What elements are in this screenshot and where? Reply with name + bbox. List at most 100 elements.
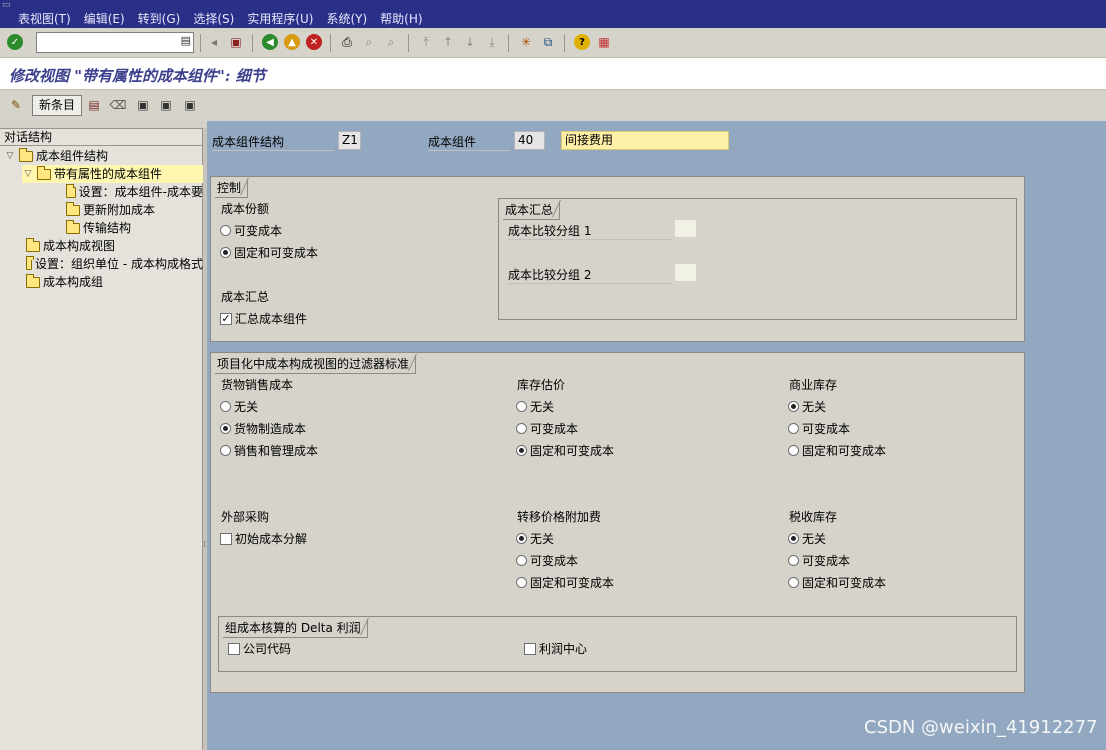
find-icon[interactable]: ⌕ [359, 32, 379, 52]
component-label: 成本组件 [428, 133, 510, 151]
menu-system[interactable]: 系统(Y) [326, 10, 367, 27]
radio-circle[interactable] [516, 533, 527, 544]
radio-circle[interactable] [516, 577, 527, 588]
menu-goto[interactable]: 转到(G) [138, 10, 181, 27]
checkbox-box[interactable] [228, 642, 240, 655]
tree-node-assignment[interactable]: 设置：成本组件-成本要 [66, 183, 203, 201]
previous-page-icon[interactable]: ↑ [438, 32, 458, 52]
checkbox-summarize-components[interactable]: ✓ 汇总成本组件 [220, 310, 307, 327]
radio-circle[interactable] [788, 423, 799, 434]
expanded-triangle-icon[interactable]: ▽ [22, 165, 34, 183]
tree-node-cost-component-structure[interactable]: ▽ 成本组件结构 [4, 147, 108, 165]
menu-select[interactable]: 选择(S) [193, 10, 234, 27]
radio-inventory-fixed-variable[interactable]: 固定和可变成本 [516, 442, 614, 459]
enter-icon[interactable]: ✓ [5, 32, 25, 52]
tree-node-components-with-attributes[interactable]: ▽ 带有属性的成本组件 [22, 165, 203, 183]
display-change-icon[interactable]: ✎ [6, 95, 26, 115]
print-icon[interactable]: ⎙ [337, 32, 357, 52]
radio-circle[interactable] [516, 445, 527, 456]
folder-icon [66, 183, 76, 198]
radio-circle[interactable] [220, 401, 231, 412]
expanded-triangle-icon[interactable]: ▽ [4, 147, 16, 165]
checkbox-box[interactable] [220, 532, 232, 545]
tree-node-transfer-structure[interactable]: 传输结构 [66, 219, 131, 237]
radio-tax-irrelevant[interactable]: 无关 [788, 530, 826, 547]
radio-circle[interactable] [516, 423, 527, 434]
comparison-group-2-input[interactable] [674, 263, 697, 282]
new-entries-button[interactable]: 新条目 [32, 95, 83, 116]
radio-circle[interactable] [788, 445, 799, 456]
splitter-grip-icon[interactable]: ⁞ [203, 540, 206, 550]
filter-group-title: 项目化中成本构成视图的过滤器标准 [215, 355, 417, 374]
radio-transfer-variable[interactable]: 可变成本 [516, 552, 578, 569]
radio-circle[interactable] [220, 423, 231, 434]
menu-edit[interactable]: 编辑(E) [84, 10, 125, 27]
tree-node-cost-component-groups[interactable]: 成本构成组 [26, 273, 103, 291]
component-name-input[interactable]: 间接费用 [561, 131, 729, 150]
menu-table-view[interactable]: 表视图(T) [18, 10, 71, 27]
checkbox-box[interactable] [524, 642, 536, 655]
component-field: 40 [514, 131, 545, 150]
radio-commercial-variable[interactable]: 可变成本 [788, 420, 850, 437]
radio-circle[interactable] [220, 247, 231, 258]
system-icon[interactable]: ▭ [2, 0, 11, 10]
checkbox-company-code[interactable]: 公司代码 [228, 640, 291, 657]
radio-commercial-fixed-variable[interactable]: 固定和可变成本 [788, 442, 886, 459]
toolbar-separator [408, 34, 409, 52]
radio-circle[interactable] [788, 555, 799, 566]
command-field[interactable]: ▤ [36, 32, 194, 53]
folder-icon [66, 201, 80, 216]
radio-circle[interactable] [788, 577, 799, 588]
radio-commercial-irrelevant[interactable]: 无关 [788, 398, 826, 415]
radio-cogs-sales-admin[interactable]: 销售和管理成本 [220, 442, 318, 459]
next-entry-icon[interactable]: ▣ [180, 95, 200, 115]
next-page-icon[interactable]: ↓ [460, 32, 480, 52]
radio-tax-fixed-variable[interactable]: 固定和可变成本 [788, 574, 886, 591]
exit-icon[interactable]: ▲ [282, 32, 302, 52]
radio-tax-variable[interactable]: 可变成本 [788, 552, 850, 569]
undo-change-icon[interactable]: ▣ [133, 95, 153, 115]
radio-transfer-irrelevant[interactable]: 无关 [516, 530, 554, 547]
cancel-icon[interactable]: ✕ [304, 32, 324, 52]
comparison-group-1-input[interactable] [674, 219, 697, 238]
command-history-icon[interactable]: ▤ [181, 34, 191, 47]
checkbox-box[interactable]: ✓ [220, 312, 232, 325]
save-icon[interactable]: ▣ [226, 32, 246, 52]
radio-circle[interactable] [220, 445, 231, 456]
find-next-icon[interactable]: ⌕ [381, 32, 401, 52]
checkbox-profit-center[interactable]: 利润中心 [524, 640, 587, 657]
structure-label: 成本组件结构 [212, 133, 334, 151]
checkbox-initial-cost-split[interactable]: 初始成本分解 [220, 530, 307, 547]
cost-summary-group-title: 成本汇总 [503, 201, 561, 220]
radio-transfer-fixed-variable[interactable]: 固定和可变成本 [516, 574, 614, 591]
radio-inventory-variable[interactable]: 可变成本 [516, 420, 578, 437]
radio-circle[interactable] [220, 225, 231, 236]
radio-fixed-variable-cost[interactable]: 固定和可变成本 [220, 244, 318, 261]
last-page-icon[interactable]: ⤓ [482, 32, 502, 52]
back-icon[interactable]: ◀ [260, 32, 280, 52]
toolbar-separator [252, 34, 253, 52]
radio-inventory-irrelevant[interactable]: 无关 [516, 398, 554, 415]
tree-node-org-units[interactable]: 设置：组织单位 - 成本构成格式 [26, 255, 203, 273]
menu-utilities[interactable]: 实用程序(U) [247, 10, 313, 27]
help-icon[interactable]: ? [572, 32, 592, 52]
tree-node-cost-component-views[interactable]: 成本构成视图 [26, 237, 115, 255]
previous-entry-icon[interactable]: ▣ [156, 95, 176, 115]
tree-node-update-overhead[interactable]: 更新附加成本 [66, 201, 155, 219]
delete-icon[interactable]: ⌫ [108, 95, 128, 115]
copy-as-icon[interactable]: ▤ [84, 95, 104, 115]
radio-circle[interactable] [516, 555, 527, 566]
radio-circle[interactable] [788, 533, 799, 544]
layout-menu-icon[interactable]: ▦ [594, 32, 614, 52]
radio-cogs-irrelevant[interactable]: 无关 [220, 398, 258, 415]
radio-circle[interactable] [788, 401, 799, 412]
radio-cogs-manufactured[interactable]: 货物制造成本 [220, 420, 306, 437]
radio-variable-cost[interactable]: 可变成本 [220, 222, 282, 239]
new-session-icon[interactable]: ✳ [516, 32, 536, 52]
shortcut-icon[interactable]: ⧉ [538, 32, 558, 52]
first-page-icon[interactable]: ⤒ [416, 32, 436, 52]
toolbar-separator [508, 34, 509, 52]
back-arrow-icon[interactable]: ◂ [204, 32, 224, 52]
radio-circle[interactable] [516, 401, 527, 412]
menu-help[interactable]: 帮助(H) [380, 10, 422, 27]
